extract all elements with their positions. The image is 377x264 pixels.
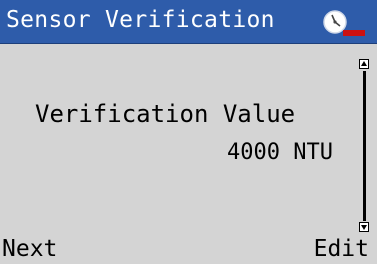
edit-softkey[interactable]: Edit: [314, 235, 369, 263]
verification-value-label: Verification Value: [35, 100, 296, 128]
vertical-scrollbar[interactable]: [359, 59, 371, 233]
device-screen: Sensor Verification Verification Value 4…: [0, 0, 377, 264]
title-bar: Sensor Verification: [0, 0, 377, 44]
next-softkey[interactable]: Next: [2, 235, 57, 263]
clock-alarm-icon: [321, 8, 367, 38]
scroll-up-arrow-icon[interactable]: [359, 59, 369, 69]
page-title: Sensor Verification: [6, 7, 275, 33]
verification-value-reading: 4000 NTU: [227, 140, 333, 165]
scroll-down-arrow-icon[interactable]: [359, 222, 369, 232]
scroll-track[interactable]: [363, 71, 366, 221]
